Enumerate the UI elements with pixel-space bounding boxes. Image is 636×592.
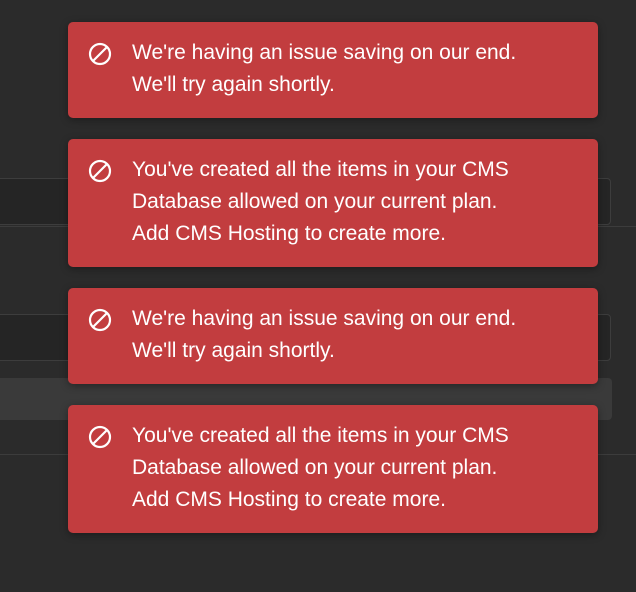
prohibited-icon — [88, 308, 112, 332]
toast-message: We're having an issue saving on our end.… — [132, 307, 517, 362]
toast-stack: We're having an issue saving on our end.… — [68, 22, 598, 554]
error-toast[interactable]: You've created all the items in your CMS… — [68, 405, 598, 533]
prohibited-icon — [88, 425, 112, 449]
error-toast[interactable]: We're having an issue saving on our end.… — [68, 288, 598, 384]
toast-message: You've created all the items in your CMS… — [132, 158, 509, 245]
prohibited-icon — [88, 159, 112, 183]
error-toast[interactable]: We're having an issue saving on our end.… — [68, 22, 598, 118]
toast-message: We're having an issue saving on our end.… — [132, 41, 517, 96]
error-toast[interactable]: You've created all the items in your CMS… — [68, 139, 598, 267]
toast-message: You've created all the items in your CMS… — [132, 424, 509, 511]
prohibited-icon — [88, 42, 112, 66]
